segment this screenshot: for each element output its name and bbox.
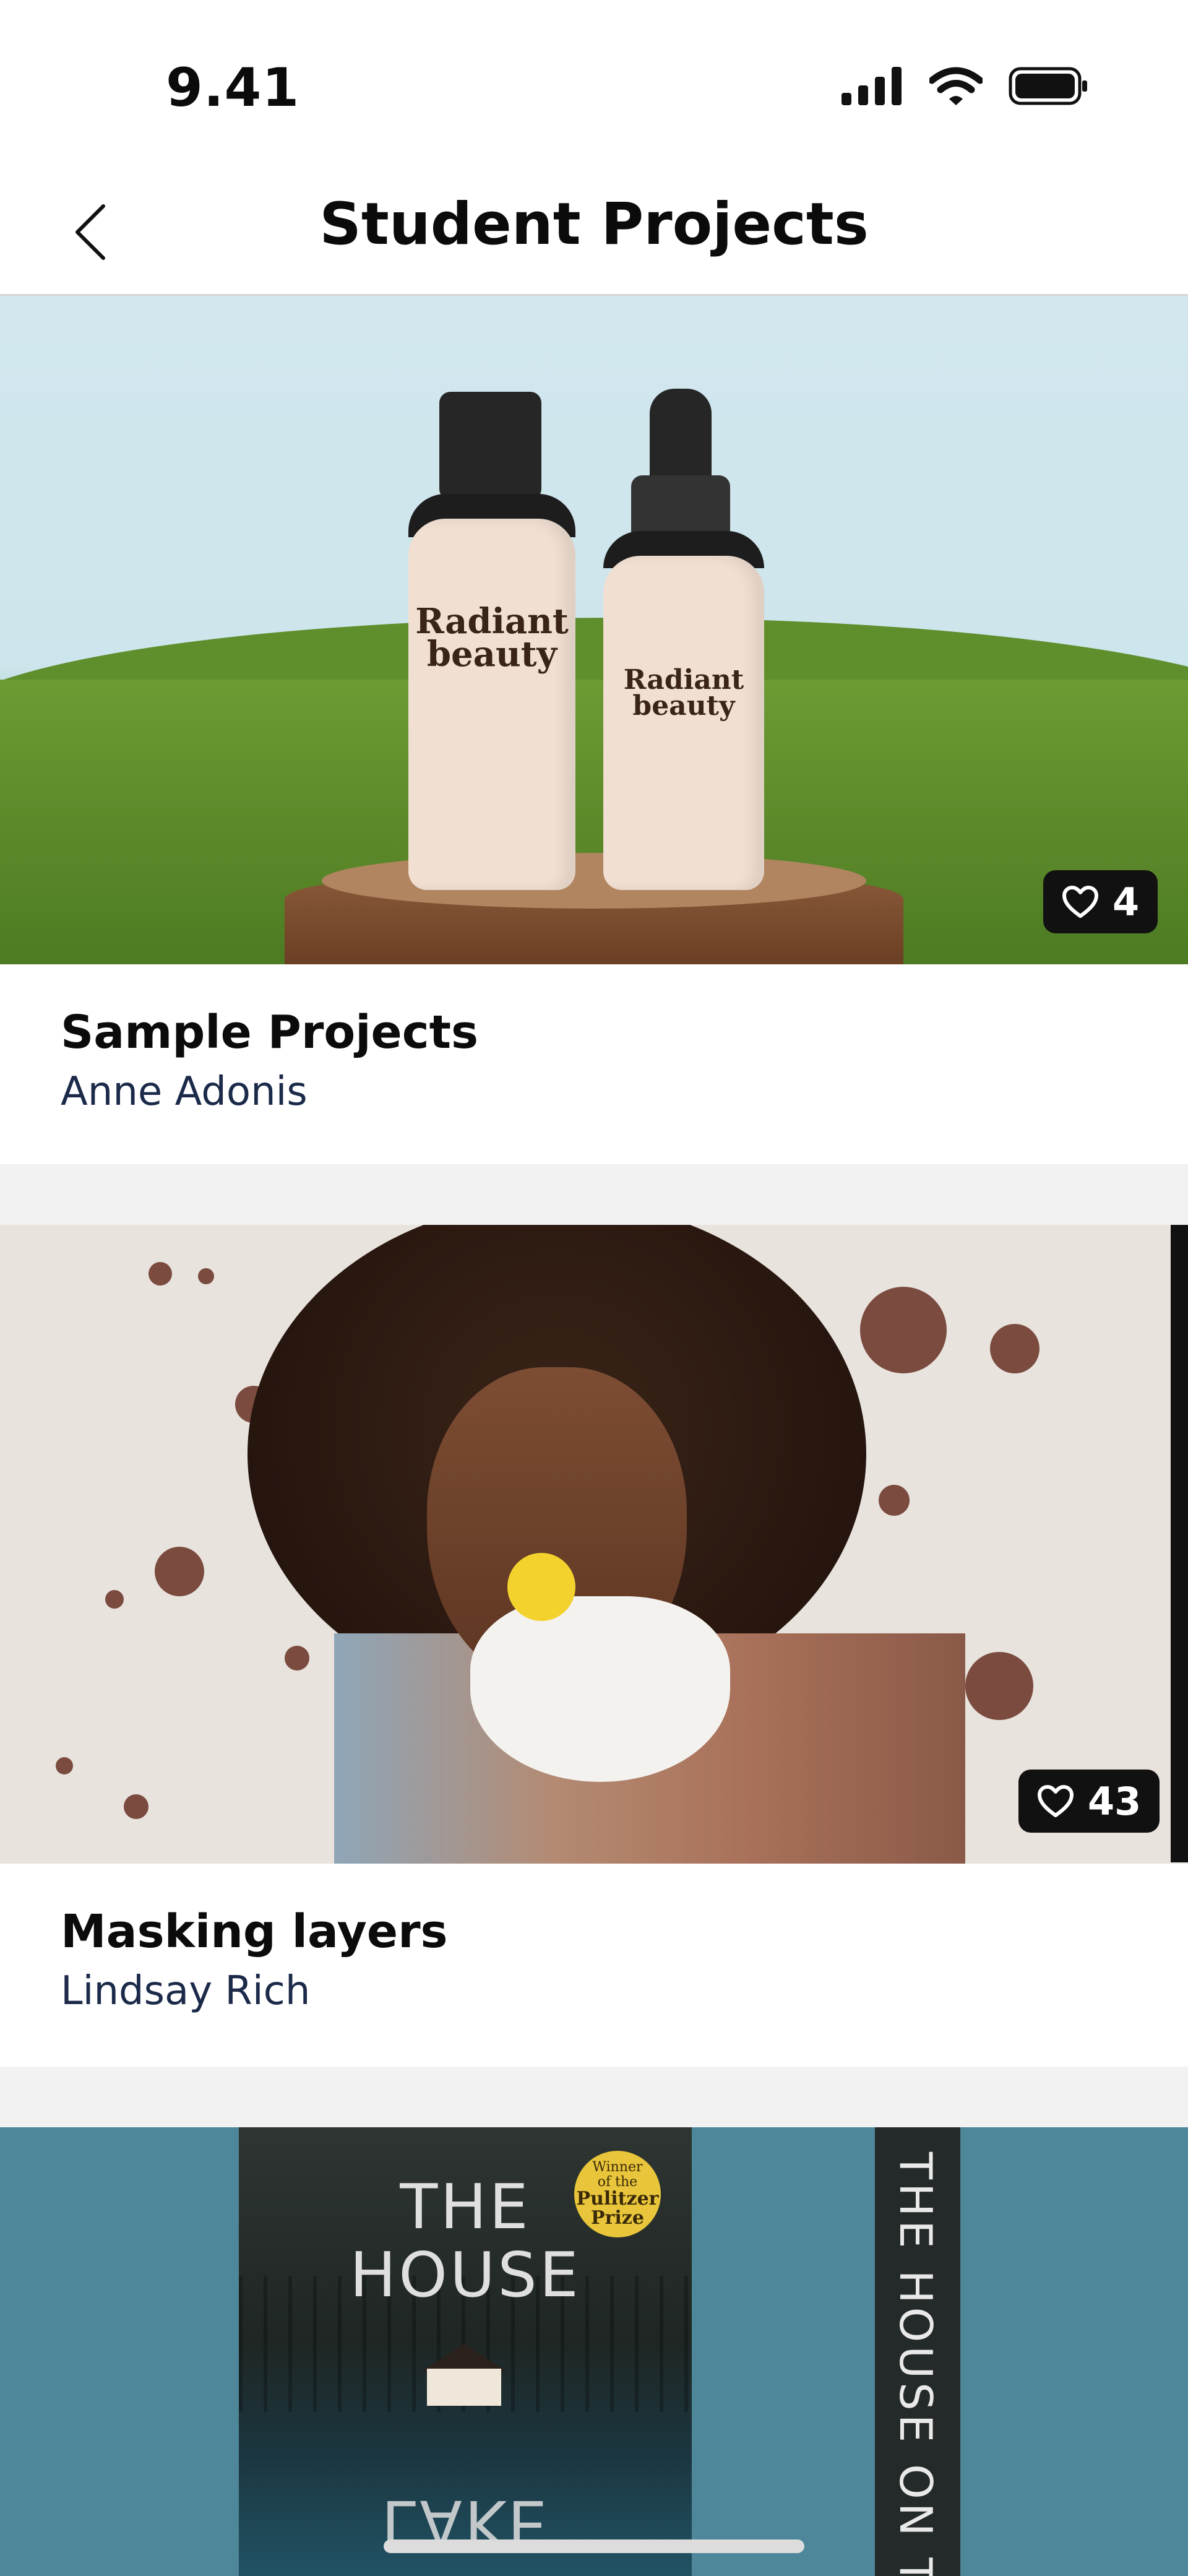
- project-thumbnail[interactable]: 43: [0, 1225, 1188, 1864]
- signal-icon: [842, 67, 902, 105]
- status-icons: [842, 67, 1089, 105]
- project-thumbnail[interactable]: Radiant beauty Radiant beauty 4: [0, 296, 1188, 964]
- likes-badge[interactable]: 43: [1018, 1770, 1160, 1833]
- status-time: 9.41: [166, 57, 300, 119]
- likes-count: 43: [1088, 1778, 1142, 1824]
- product-label: Radiant beauty: [623, 664, 744, 722]
- project-card[interactable]: 43 Masking layers Lindsay Rich: [0, 1225, 1188, 2067]
- project-card[interactable]: THE HOUSE LAKE Winner of the Pulitzer Pr…: [0, 2127, 1188, 2576]
- project-title: Sample Projects: [61, 1006, 479, 1059]
- project-title: Masking layers: [61, 1905, 448, 1958]
- project-author: Anne Adonis: [61, 1069, 308, 1115]
- project-card[interactable]: Radiant beauty Radiant beauty 4 Sample Pro…: [0, 296, 1188, 1164]
- heart-icon: [1038, 1785, 1074, 1817]
- product-label: Radiant beauty: [415, 601, 569, 675]
- page-title: Student Projects: [319, 191, 869, 258]
- heart-icon: [1062, 886, 1098, 918]
- project-info[interactable]: Sample Projects Anne Adonis: [0, 964, 1188, 1115]
- prize-seal: Winner of the Pulitzer Prize: [574, 2151, 661, 2237]
- card-divider: [0, 2067, 1188, 2127]
- book-spine-title: THE HOUSE ON TH: [890, 2152, 942, 2576]
- nav-header: Student Projects: [0, 167, 1188, 296]
- likes-badge[interactable]: 4: [1043, 870, 1158, 933]
- likes-count: 4: [1113, 879, 1140, 925]
- status-bar: 9.41: [0, 0, 1188, 167]
- card-divider: [0, 1164, 1188, 1225]
- wifi-icon: [929, 67, 983, 105]
- battery-icon: [1009, 67, 1087, 105]
- project-author: Lindsay Rich: [61, 1968, 311, 2015]
- project-thumbnail[interactable]: THE HOUSE LAKE Winner of the Pulitzer Pr…: [0, 2127, 1188, 2576]
- book-title: HOUSE: [350, 2239, 581, 2311]
- home-indicator[interactable]: [384, 2539, 804, 2553]
- project-info[interactable]: Masking layers Lindsay Rich: [0, 1864, 1188, 2014]
